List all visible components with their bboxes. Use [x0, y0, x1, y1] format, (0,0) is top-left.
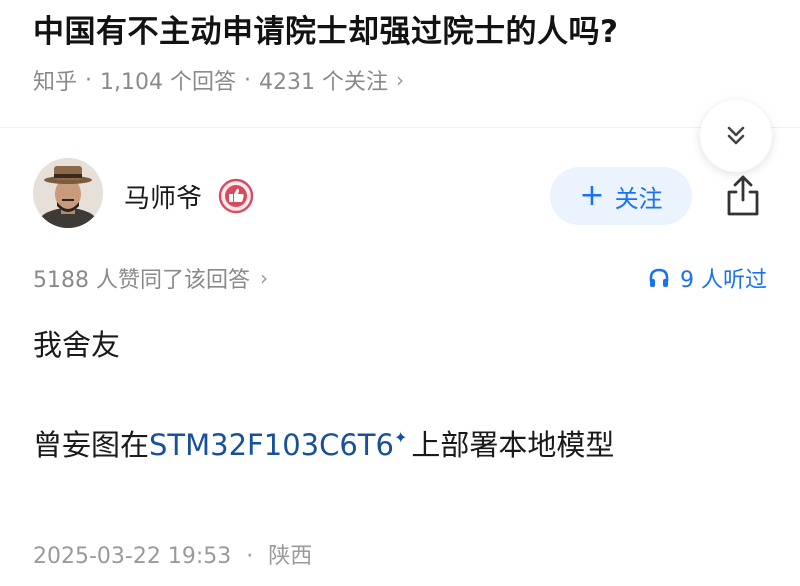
author-name[interactable]: 马师爷	[124, 178, 202, 215]
keyword-link[interactable]: STM32F103C6T6	[149, 428, 394, 462]
chevron-right-icon: ›	[259, 266, 268, 290]
headphones-icon	[649, 268, 669, 287]
upvote-summary[interactable]: 5188 人赞同了该回答 ›	[33, 262, 268, 294]
question-title[interactable]: 中国有不主动申请院士却强过院士的人吗?	[33, 6, 618, 51]
answer-footer: 2025-03-22 19:53 · 陕西	[33, 538, 312, 570]
plus-icon: +	[579, 178, 605, 213]
answer-paragraph: 曾妄图在 STM32F103C6T6 ✦ 上部署本地模型	[33, 422, 614, 464]
answer-page: 中国有不主动申请院士却强过院士的人吗? 知乎 · 1,104 个回答 · 423…	[0, 0, 800, 586]
avatar[interactable]	[33, 158, 103, 228]
meta-separator: ·	[244, 67, 251, 93]
listen-button[interactable]: 9 人听过	[648, 262, 767, 294]
follow-button[interactable]: + 关注	[550, 167, 692, 225]
collapse-button[interactable]	[700, 100, 772, 172]
follower-count: 4231 个关注	[259, 70, 388, 95]
follow-label: 关注	[614, 184, 663, 213]
paragraph-text: 上部署本地模型	[411, 428, 615, 462]
divider	[0, 127, 800, 128]
answer-date: 2025-03-22 19:53	[33, 544, 232, 569]
question-meta[interactable]: 知乎 · 1,104 个回答 · 4231 个关注 ›	[33, 64, 404, 96]
answer-paragraph: 我舍友	[33, 328, 121, 362]
avatar-image	[33, 158, 103, 228]
paragraph-text: 曾妄图在	[33, 428, 150, 462]
listener-count: 9 人听过	[680, 268, 767, 293]
thumbs-up-badge-icon	[218, 178, 254, 214]
source-label: 知乎	[33, 70, 78, 95]
answer-count: 1,104 个回答	[100, 70, 236, 95]
share-button[interactable]	[722, 172, 764, 218]
meta-separator: ·	[246, 544, 254, 569]
meta-separator: ·	[85, 67, 93, 93]
ip-location: 陕西	[268, 544, 313, 569]
chevron-right-icon: ›	[395, 68, 404, 92]
sparkle-icon: ✦	[393, 428, 408, 447]
upvote-count: 5188 人赞同了该回答	[33, 268, 250, 293]
share-icon	[727, 175, 759, 216]
double-chevron-down-icon	[727, 126, 745, 145]
